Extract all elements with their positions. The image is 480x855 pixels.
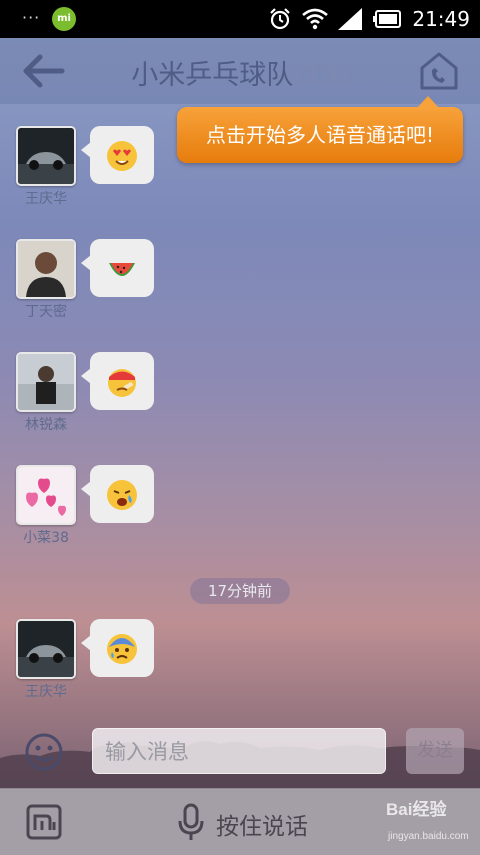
phone-house-icon[interactable] (418, 50, 460, 92)
alarm-icon (270, 8, 291, 30)
avatar[interactable] (16, 465, 76, 525)
group-name: 小米乒乓球队 (131, 60, 294, 91)
message-item: 王庆华 (14, 619, 314, 719)
message-item: 丁天密 (14, 239, 314, 339)
group-title: 小米乒乓球队(19) (0, 53, 480, 92)
cold-sweat-emoji (107, 634, 137, 664)
send-button[interactable]: 发送 (406, 728, 464, 774)
sender-name: 王庆华 (25, 191, 67, 207)
message-bubble[interactable] (81, 352, 154, 410)
status-bar: ··· mi 21:49 (0, 0, 480, 38)
battery-icon (373, 10, 402, 28)
chat-header: 小米乒乓球队(19) (0, 38, 480, 104)
member-count: (19) (293, 60, 349, 91)
signal-icon (338, 8, 363, 30)
push-to-talk-button[interactable]: 按住说话 (216, 807, 308, 841)
message-bubble[interactable] (81, 619, 154, 677)
avatar[interactable] (16, 239, 76, 299)
crying-emoji (107, 480, 137, 510)
message-input-bar: 输入消息 发送 (0, 718, 480, 788)
microphone-icon[interactable] (178, 803, 204, 841)
time-divider: 17分钟前 (190, 578, 290, 604)
smiley-icon[interactable] (24, 732, 64, 772)
overflow-dots: ··· (22, 8, 41, 27)
sender-name: 小菜38 (23, 530, 69, 546)
message-bubble[interactable] (81, 126, 154, 184)
avatar[interactable] (16, 619, 76, 679)
avatar[interactable] (16, 352, 76, 412)
sender-name: 王庆华 (25, 684, 67, 700)
message-item: 王庆华 (14, 126, 314, 226)
heart-eyes-emoji (107, 141, 137, 171)
sender-name: 丁天密 (25, 304, 67, 320)
bottom-bar: 按住说话 Bai经验 jingyan.baidu.com (0, 788, 480, 855)
app-notification-icon: mi (52, 7, 76, 31)
watermark-logo: Bai经验 (386, 800, 447, 819)
message-input[interactable]: 输入消息 (92, 728, 386, 774)
message-item: 林锐森 (14, 352, 314, 452)
message-bubble[interactable] (81, 239, 154, 297)
baidu-watermark: Bai经验 jingyan.baidu.com (386, 795, 472, 849)
watermark-url: jingyan.baidu.com (388, 831, 469, 842)
message-item: 小菜38 (14, 465, 314, 565)
message-bubble[interactable] (81, 465, 154, 523)
clock-time: 21:49 (412, 7, 470, 31)
bandaged-face-emoji (108, 369, 136, 397)
watermelon-emoji (109, 263, 135, 276)
mi-logo-icon[interactable] (26, 804, 62, 840)
sender-name: 林锐森 (25, 417, 67, 433)
avatar[interactable] (16, 126, 76, 186)
wifi-icon (302, 8, 329, 30)
